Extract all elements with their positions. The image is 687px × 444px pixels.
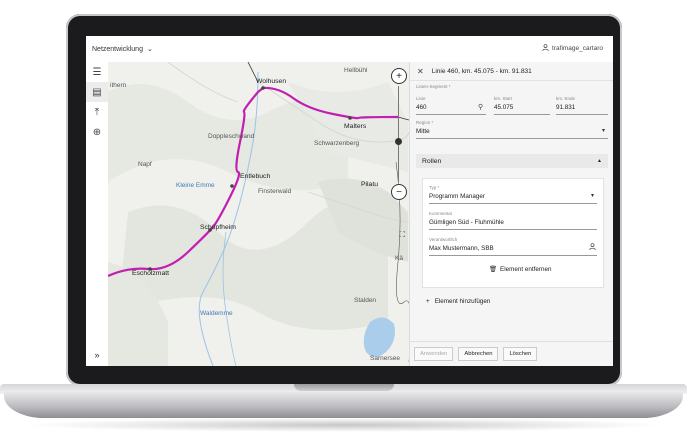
line-underline	[416, 114, 486, 115]
map-label-entlebuch: Entlebuch	[240, 173, 271, 180]
map-label-escholzmatt: Escholzmatt	[132, 270, 170, 277]
line-input[interactable]: 460	[416, 104, 427, 111]
apply-button[interactable]: Anwenden	[414, 347, 454, 361]
laptop-mockup: Netzentwicklung ⌄ trafimage_cartaro ☰ ▤ …	[0, 0, 687, 444]
panel-title: Linie 460, km. 45.075 - km. 91.831	[431, 67, 532, 75]
km-start-input[interactable]: 45.075	[494, 104, 513, 111]
map-label-pilatus: Pilatu	[361, 181, 379, 188]
collapse-up-icon: ▲	[597, 158, 602, 164]
plus-icon: +	[396, 70, 402, 82]
comment-underline	[429, 229, 597, 230]
zoom-out-button[interactable]: −	[391, 184, 407, 200]
map-label-wolhusen: Wolhusen	[256, 78, 287, 85]
person-label: Verantwortlich	[429, 237, 458, 242]
region-label: Region *	[416, 120, 434, 125]
km-end-input[interactable]: 91.831	[556, 104, 575, 111]
laptop-base	[4, 392, 683, 418]
double-chevron-right-icon: »	[94, 350, 100, 360]
add-element-label: Element hinzufügen	[434, 298, 491, 305]
panel-header: ✕ Linie 460, km. 45.075 - km. 91.831	[410, 62, 613, 81]
add-circle-icon: ⊕	[92, 126, 102, 138]
chevron-down-icon: ⌄	[146, 46, 153, 53]
user-icon	[542, 44, 549, 53]
top-bar: Netzentwicklung ⌄ trafimage_cartaro	[86, 36, 613, 63]
list-icon: ▤	[92, 86, 102, 98]
map-label-hellbuhl: Hellbühl	[344, 67, 368, 74]
region-underline	[416, 138, 608, 139]
map-label-schupfheim: Schüpfheim	[200, 224, 236, 231]
map-label-ka: Kä	[395, 255, 403, 262]
minus-icon: −	[396, 186, 402, 198]
trash-icon: 🗑	[489, 266, 497, 273]
list-tool[interactable]: ▤	[86, 82, 108, 102]
user-name: trafimage_cartaro	[552, 45, 603, 52]
type-label: Typ *	[429, 185, 440, 190]
plus-icon: +	[426, 298, 430, 305]
filter-tool[interactable]: ☰	[86, 62, 108, 82]
map-label-ithern: ithern	[110, 82, 127, 89]
type-select[interactable]: Programm Manager	[429, 193, 485, 200]
map-label-napf: Napf	[138, 161, 152, 168]
map-label-stalden: Stalden	[354, 297, 377, 304]
map-terrain	[108, 62, 409, 366]
km-end-label: km. Ende	[556, 96, 576, 101]
map-label-kleine-emme: Kleine Emme	[176, 182, 215, 189]
delete-button[interactable]: Löschen	[503, 347, 538, 361]
upload-icon: ⤒	[94, 106, 100, 118]
person-icon[interactable]	[589, 243, 596, 252]
dropdown-arrow-icon[interactable]: ▾	[602, 127, 605, 134]
map-label-schwarzenberg: Schwarzenberg	[314, 140, 360, 147]
map-label-finsterwald: Finsterwald	[258, 188, 292, 195]
map-view[interactable]: ithern Hellbühl Wolhusen Malters Dopples…	[108, 62, 409, 366]
remove-element-button[interactable]: 🗑 Element entfernen	[489, 265, 552, 274]
dropdown-arrow-icon[interactable]: ▾	[591, 192, 594, 199]
line-label: Linie	[416, 96, 426, 101]
km-start-underline	[494, 114, 550, 115]
app-screen: Netzentwicklung ⌄ trafimage_cartaro ☰ ▤ …	[86, 36, 613, 366]
app-selector-label: Netzentwicklung	[92, 45, 143, 53]
km-end-underline	[556, 114, 608, 115]
segment-label: Linien-Segment *	[416, 84, 451, 89]
upload-tool[interactable]: ⤒	[86, 102, 108, 122]
map-label-waldemme: Waldemme	[200, 310, 233, 317]
zoom-control: + −	[391, 68, 407, 200]
map-label-malters: Malters	[344, 123, 367, 130]
type-underline	[429, 203, 597, 204]
map-label-sarnersee: Sarnersee	[370, 355, 400, 362]
laptop-shadow	[20, 418, 667, 432]
add-tool[interactable]: ⊕	[86, 122, 108, 142]
detail-panel: ✕ Linie 460, km. 45.075 - km. 91.831 Lin…	[409, 62, 613, 366]
close-icon[interactable]: ✕	[417, 67, 424, 76]
expand-sidebar-button[interactable]: »	[86, 350, 108, 360]
role-card: Typ * Programm Manager ▾ Kommentar Gümli…	[422, 178, 604, 288]
add-element-button[interactable]: + Element hinzufügen	[426, 298, 490, 305]
comment-label: Kommentar	[429, 211, 453, 216]
filter-icon: ☰	[92, 66, 102, 78]
region-select[interactable]: Mitte	[416, 128, 430, 135]
fullscreen-icon: ⛶	[399, 230, 405, 239]
app-selector[interactable]: Netzentwicklung ⌄	[92, 45, 153, 54]
person-underline	[429, 255, 597, 256]
person-input[interactable]: Max Mustermann, SBB	[429, 245, 494, 252]
zoom-slider-handle[interactable]	[395, 138, 402, 145]
laptop-notch	[294, 384, 394, 391]
roles-section-title: Rollen	[422, 157, 442, 165]
user-menu[interactable]: trafimage_cartaro	[542, 44, 603, 53]
roles-section-header[interactable]: Rollen ▲	[416, 154, 608, 168]
left-toolbar: ☰ ▤ ⤒ ⊕ »	[86, 62, 109, 366]
action-bar: Anwenden Abbrechen Löschen	[410, 341, 613, 366]
km-start-label: km. Start	[494, 96, 513, 101]
zoom-in-button[interactable]: +	[391, 68, 407, 84]
comment-input[interactable]: Gümligen Süd - Fluhmühle	[429, 219, 504, 226]
fullscreen-button[interactable]: ⛶	[399, 230, 405, 240]
map-label-doppleschwand: Doppleschwand	[208, 133, 255, 140]
location-pin-icon[interactable]: ⚲	[478, 103, 483, 111]
zoom-slider[interactable]	[395, 86, 402, 182]
remove-element-label: Element entfernen	[500, 265, 552, 273]
cancel-button[interactable]: Abbrechen	[458, 347, 499, 361]
